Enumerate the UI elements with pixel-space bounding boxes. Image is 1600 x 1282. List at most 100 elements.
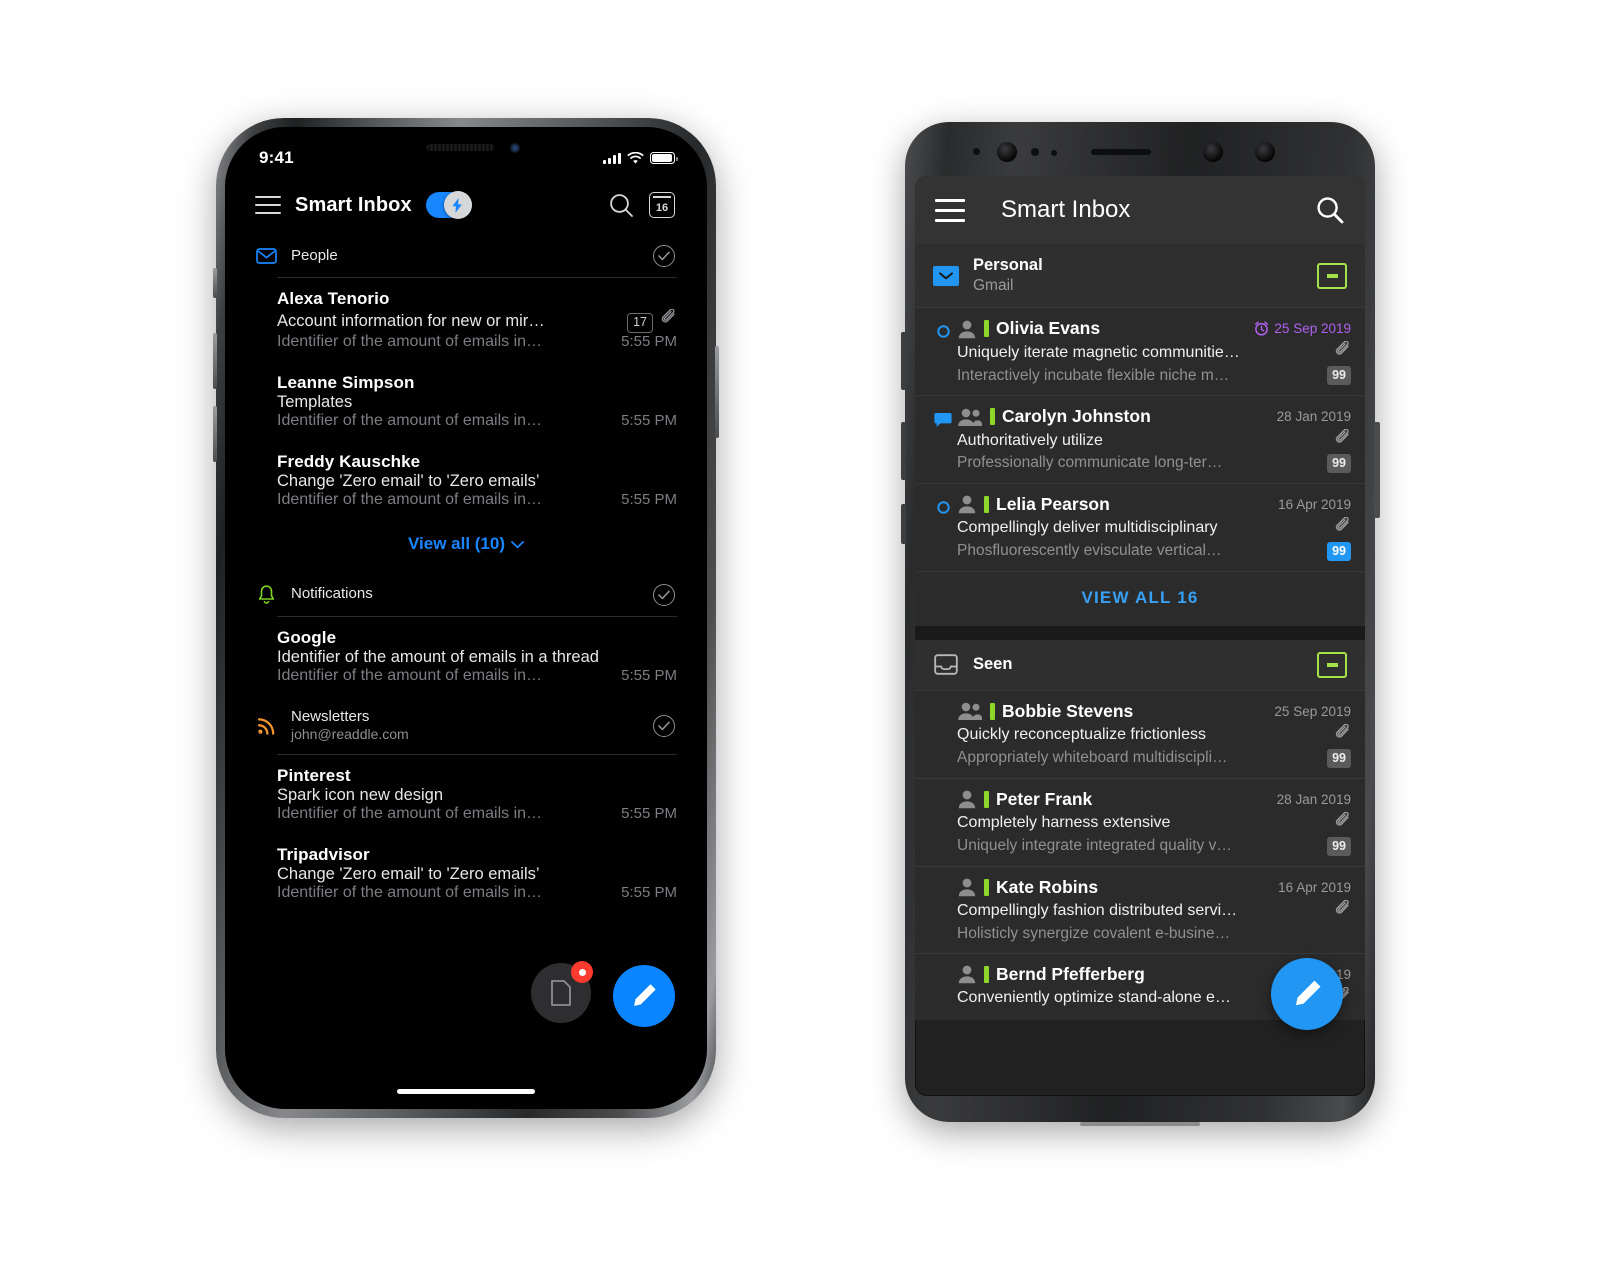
- group-header-text: Newsletters john@readdle.com: [291, 708, 639, 744]
- single-person-icon: [957, 319, 977, 339]
- unread-indicator-column: [255, 845, 277, 902]
- mail-subject: Change 'Zero email' to 'Zero emails’: [277, 471, 540, 490]
- mail-preview: Appropriately whiteboard multidiscipli…: [957, 749, 1228, 767]
- mail-row[interactable]: Freddy Kauschke Change 'Zero email' to 'Z…: [231, 441, 701, 520]
- search-icon[interactable]: [608, 192, 635, 219]
- mail-time: 5:55 PM: [621, 804, 677, 822]
- mail-subject-row: Change 'Zero email' to 'Zero emails’: [277, 472, 677, 491]
- mail-sender: Lelia Pearson: [996, 493, 1110, 514]
- mail-row[interactable]: Olivia Evans 25 Sep 2019 Uniquely iterate …: [915, 307, 1365, 395]
- paperclip-icon: [1335, 811, 1349, 826]
- group-person-icon: [957, 407, 983, 427]
- bell-icon: [258, 585, 274, 604]
- mail-date-text: 16 Apr 2019: [1278, 879, 1351, 895]
- check-circle-icon[interactable]: [653, 245, 675, 267]
- mail-preview-row: Identifier of the amount of emails in… 5:…: [277, 412, 677, 430]
- screenshot-stage: 9:41 Smart Inbox 16 People Alexa Tenorio…: [0, 0, 1600, 1282]
- group-header-people[interactable]: People: [231, 233, 701, 277]
- group-person-icon: [958, 702, 982, 721]
- group-title: Notifications: [291, 585, 373, 603]
- view-all-button[interactable]: VIEW ALL 16: [915, 570, 1365, 626]
- mail-sender-row: Carolyn Johnston 28 Jan 2019: [957, 406, 1351, 427]
- category-color-flag: [990, 408, 995, 426]
- check-circle-icon[interactable]: [653, 714, 675, 737]
- pencil-icon: [1295, 980, 1321, 1006]
- mail-sender: Freddy Kauschke: [277, 451, 421, 471]
- proximity-sensor: [973, 148, 980, 155]
- archive-icon[interactable]: [1317, 262, 1347, 289]
- mail-row[interactable]: Google Identifier of the amount of emails…: [231, 617, 701, 696]
- mail-row[interactable]: Alexa Tenorio Account information for new…: [231, 278, 701, 362]
- mail-subject: Change 'Zero email' to 'Zero emails’: [277, 864, 540, 883]
- status-time: 9:41: [259, 148, 294, 167]
- mail-content: Pinterest Spark icon new design Identifier…: [277, 766, 677, 823]
- paperclip-icon: [1335, 516, 1349, 531]
- category-color-flag: [984, 495, 989, 513]
- thread-count-badge: 99: [1327, 454, 1351, 473]
- mail-row[interactable]: Tripadvisor Change 'Zero email' to 'Zero …: [231, 834, 701, 913]
- iphone-bezel: 9:41 Smart Inbox 16 People Alexa Tenorio…: [225, 127, 707, 1109]
- mail-subject: Templates: [277, 392, 353, 411]
- mail-content: Kate Robins 16 Apr 2019 Compellingly fashi…: [957, 877, 1351, 943]
- smart-inbox-toggle[interactable]: [425, 191, 472, 219]
- compose-button[interactable]: [1271, 958, 1343, 1030]
- mail-subject: Account information for new or mir…: [277, 312, 545, 330]
- paperclip-icon: [1335, 811, 1351, 835]
- section-header-seen[interactable]: Seen: [915, 639, 1365, 690]
- mail-status-column: [929, 964, 957, 1010]
- mail-preview-row: Uniquely integrate integrated quality v……: [957, 836, 1351, 856]
- mail-date: 25 Sep 2019: [1274, 704, 1351, 719]
- chevron-glyph: [511, 540, 524, 549]
- hamburger-menu-icon[interactable]: [935, 198, 965, 222]
- single-person-icon: [957, 877, 977, 897]
- mail-preview-row: Holisticly synergize covalent e-busine…: [957, 925, 1351, 943]
- group-header-notifications[interactable]: Notifications: [231, 572, 701, 616]
- category-color-flag: [984, 965, 989, 983]
- paperclip-icon: [1335, 428, 1349, 443]
- section-header-personal[interactable]: Personal Gmail: [915, 244, 1365, 308]
- section-header-text: Seen: [973, 655, 1303, 675]
- thread-count-badge: 99: [1327, 541, 1351, 561]
- group-header-newsletters[interactable]: Newsletters john@readdle.com: [231, 696, 701, 754]
- mail-sender-row: Freddy Kauschke: [277, 452, 677, 472]
- mail-row[interactable]: Bobbie Stevens 25 Sep 2019 Quickly reconce…: [915, 689, 1365, 778]
- pencil-icon: [634, 984, 656, 1006]
- mail-preview: Identifier of the amount of emails in…: [277, 804, 543, 822]
- toggle-knob: [443, 191, 472, 219]
- view-all-button[interactable]: View all (10): [231, 520, 701, 572]
- mail-preview: Identifier of the amount of emails in…: [277, 666, 543, 684]
- paperclip-icon: [1335, 428, 1351, 452]
- paperclip-icon: [1335, 340, 1351, 364]
- mail-subject-row: Templates: [277, 393, 677, 412]
- iphone-power-button: [715, 346, 719, 438]
- calendar-icon[interactable]: 16: [649, 192, 675, 218]
- unread-circle-icon: [936, 501, 950, 514]
- mail-row[interactable]: Peter Frank 28 Jan 2019 Completely harness…: [915, 777, 1365, 866]
- mail-status-column: [929, 701, 957, 768]
- mail-row[interactable]: Kate Robins 16 Apr 2019 Compellingly fashi…: [915, 865, 1365, 953]
- compose-button[interactable]: [613, 965, 675, 1027]
- mail-date: 25 Sep 2019: [1254, 321, 1351, 336]
- mail-preview-row: Professionally communicate long-ter… 99: [957, 454, 1351, 473]
- mail-date: 28 Jan 2019: [1277, 792, 1351, 807]
- search-icon[interactable]: [1315, 195, 1345, 225]
- envelope-icon: [255, 245, 277, 267]
- section-title: Personal: [973, 256, 1043, 274]
- mail-sender-row: Alexa Tenorio: [277, 289, 677, 309]
- mail-preview: Interactively incubate flexible niche m…: [957, 366, 1230, 384]
- archive-icon[interactable]: [1317, 651, 1347, 678]
- mail-row[interactable]: Leanne Simpson Templates Identifier of the…: [231, 362, 701, 441]
- envelope-icon: [255, 248, 277, 264]
- drafts-button[interactable]: [531, 961, 593, 1023]
- mail-row[interactable]: Carolyn Johnston 28 Jan 2019 Authoritative…: [915, 395, 1365, 483]
- mail-time: 5:55 PM: [621, 666, 677, 684]
- checkmark-glyph: [658, 721, 670, 730]
- mail-preview: Phosfluorescently evisculate vertical…: [957, 542, 1222, 560]
- mail-row[interactable]: Lelia Pearson 16 Apr 2019 Compellingly del…: [915, 482, 1365, 571]
- mail-row[interactable]: Pinterest Spark icon new design Identifier…: [231, 755, 701, 834]
- wifi-icon: [627, 151, 644, 164]
- check-circle-icon[interactable]: [653, 583, 675, 606]
- mail-preview-row: Identifier of the amount of emails in… 5:…: [277, 491, 677, 509]
- earpiece-speaker: [1091, 149, 1151, 155]
- hamburger-menu-icon[interactable]: [255, 196, 281, 214]
